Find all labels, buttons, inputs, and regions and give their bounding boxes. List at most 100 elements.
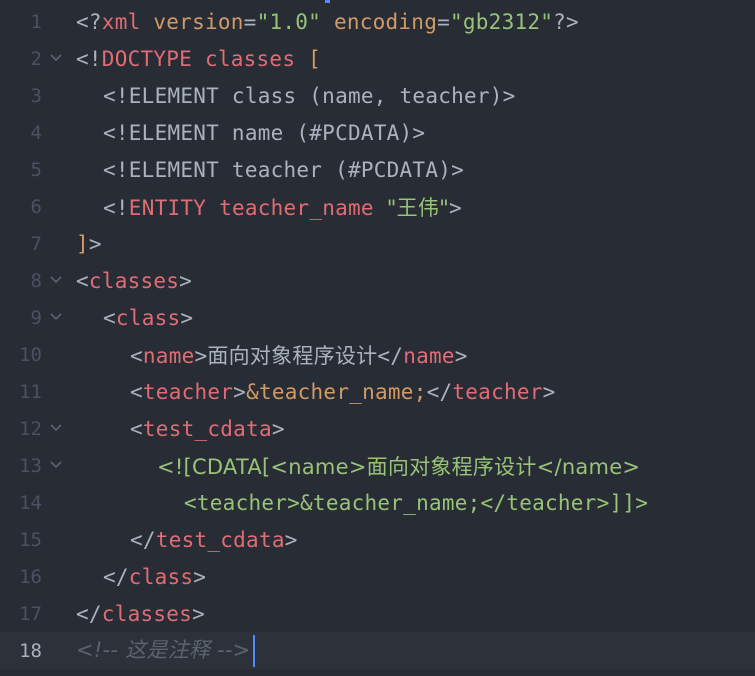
code-line[interactable]: 15 </test_cdata> (0, 521, 755, 558)
code-line[interactable]: 13 <![CDATA[<name>面向对象程序设计</name> (0, 447, 755, 484)
line-number: 18 (19, 639, 42, 662)
code-line[interactable]: 8 <classes> (0, 262, 755, 299)
line-number: 13 (19, 454, 42, 477)
code-text: </test_cdata> (70, 528, 298, 552)
code-token: class (128, 564, 194, 589)
line-number: 15 (19, 528, 42, 551)
code-text: <teacher>&teacher_name;</teacher> (70, 380, 556, 404)
line-number: 14 (19, 491, 42, 514)
code-token: ] (76, 231, 89, 256)
code-token: &teacher_name; (246, 379, 427, 404)
chevron-down-icon[interactable] (42, 420, 70, 436)
line-number: 12 (19, 417, 42, 440)
code-text: <!ELEMENT teacher (#PCDATA)> (70, 158, 464, 182)
code-token: </ (426, 379, 453, 404)
code-token: > (454, 343, 468, 368)
code-line[interactable]: 17 </classes> (0, 595, 755, 632)
code-token: <!-- 这是注释 --> (76, 638, 251, 662)
code-line[interactable]: 11 <teacher>&teacher_name;</teacher> (0, 373, 755, 410)
code-token: <teacher>&teacher_name;</teacher>]]> (184, 490, 649, 515)
code-editor[interactable]: 1 <?xml version="1.0" encoding="gb2312"?>… (0, 0, 755, 676)
code-token: "1.0" (256, 9, 322, 34)
code-text: </class> (70, 565, 206, 589)
code-token: "gb2312" (450, 9, 554, 34)
code-text: ]> (70, 232, 102, 256)
code-token: name (403, 343, 455, 368)
code-token: = (243, 9, 257, 34)
code-token: < (76, 268, 89, 293)
chevron-down-icon[interactable] (42, 457, 70, 473)
code-token: <! (103, 195, 129, 220)
code-token: > (271, 416, 285, 441)
line-number: 6 (30, 195, 42, 218)
chevron-down-icon[interactable] (42, 309, 70, 325)
code-token: < (130, 379, 143, 404)
code-token: teacher (452, 379, 543, 404)
code-token: 面向对象程序设计 (207, 343, 378, 368)
line-number: 4 (30, 121, 42, 144)
code-text: <!ELEMENT name (#PCDATA)> (70, 121, 425, 145)
chevron-down-icon[interactable] (42, 272, 70, 288)
code-token: DOCTYPE (101, 46, 193, 71)
code-text: <classes> (70, 269, 192, 293)
code-text: </classes> (70, 602, 205, 626)
line-number: 17 (19, 602, 42, 625)
code-line[interactable]: 6 <!ENTITY teacher_name "王伟"> (0, 188, 755, 225)
code-token: > (233, 379, 247, 404)
code-token: = (437, 9, 450, 34)
code-line[interactable]: 3 <!ELEMENT class (name, teacher)> (0, 77, 755, 114)
code-token: name (142, 343, 195, 368)
line-number: 8 (30, 269, 42, 292)
code-text: <name>面向对象程序设计</name> (70, 340, 468, 370)
code-token: classes (88, 268, 180, 293)
code-line[interactable]: 12 <test_cdata> (0, 410, 755, 447)
code-line[interactable]: 10 <name>面向对象程序设计</name> (0, 336, 755, 373)
code-line[interactable]: 18 <!-- 这是注释 --> (0, 632, 755, 669)
code-token: > (88, 231, 102, 256)
code-text: <!DOCTYPE classes [ (70, 47, 321, 71)
code-token: < (103, 305, 116, 330)
line-number: 2 (30, 47, 42, 70)
code-token: > (449, 195, 462, 220)
line-number: 16 (19, 565, 42, 588)
code-token: teacher_name (219, 195, 374, 220)
code-token: encoding (333, 9, 438, 34)
code-line[interactable]: 14 <teacher>&teacher_name;</teacher>]]> (0, 484, 755, 521)
code-text: <!ELEMENT class (name, teacher)> (70, 84, 516, 108)
code-text: <!-- 这是注释 --> (70, 634, 255, 667)
code-token: </ (103, 564, 129, 589)
code-text: <![CDATA[<name>面向对象程序设计</name> (70, 451, 640, 481)
code-token: </ (130, 527, 156, 552)
line-number: 9 (30, 306, 42, 329)
code-line[interactable]: 1 <?xml version="1.0" encoding="gb2312"?> (0, 3, 755, 40)
line-number: 1 (30, 10, 42, 33)
code-token: <![CDATA[<name>面向对象程序设计</name> (157, 454, 641, 479)
code-token: > (179, 268, 193, 293)
code-line[interactable]: 4 <!ELEMENT name (#PCDATA)> (0, 114, 755, 151)
code-line[interactable]: 2 <!DOCTYPE classes [ (0, 40, 755, 77)
code-token: <!ELEMENT name (#PCDATA)> (103, 120, 426, 145)
line-number: 5 (30, 158, 42, 181)
code-token: <? (76, 9, 102, 34)
code-token: < (130, 343, 143, 368)
code-token: test_cdata (155, 527, 285, 552)
code-token: > (284, 527, 298, 552)
line-number: 11 (19, 380, 42, 403)
chevron-down-icon[interactable] (42, 50, 70, 66)
code-token: ENTITY (128, 195, 207, 220)
code-text: <test_cdata> (70, 417, 285, 441)
code-token: teacher (142, 379, 234, 404)
code-line[interactable]: 5 <!ELEMENT teacher (#PCDATA)> (0, 151, 755, 188)
line-number: 3 (30, 84, 42, 107)
code-line[interactable]: 9 <class> (0, 299, 755, 336)
text-cursor (252, 635, 255, 667)
code-token: class (115, 305, 181, 330)
code-line[interactable]: 7]> (0, 225, 755, 262)
code-line[interactable]: 16 </class> (0, 558, 755, 595)
code-token: > (192, 601, 205, 626)
code-token: <!ELEMENT class (name, teacher)> (103, 83, 516, 108)
code-token: </ (377, 343, 404, 368)
